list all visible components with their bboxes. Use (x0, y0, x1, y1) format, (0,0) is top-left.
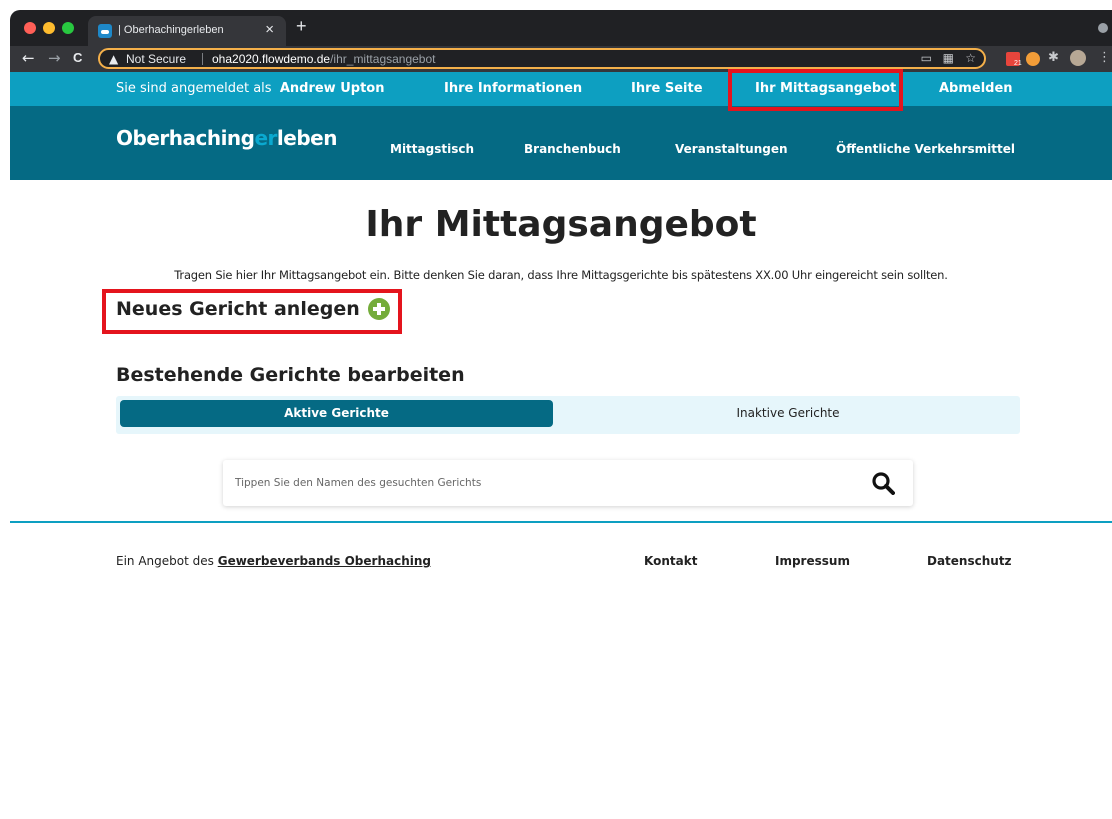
footer-link-kontakt[interactable]: Kontakt (644, 554, 697, 568)
site-header: Oberhachingerleben Mittagstisch Branchen… (10, 106, 1112, 180)
logo-text-1: Oberhaching (116, 126, 255, 150)
footer-divider (10, 521, 1112, 523)
intro-text: Tragen Sie hier Ihr Mittagsangebot ein. … (174, 268, 948, 282)
site-favicon-icon (98, 24, 112, 38)
address-bar[interactable]: ▲ Not Secure oha2020.flowdemo.de/ihr_mit… (98, 48, 986, 69)
dish-search-box (223, 460, 913, 506)
security-label[interactable]: Not Secure (126, 52, 186, 66)
menu-kebab-icon[interactable]: ⋮ (1098, 50, 1111, 65)
nav-ihr-mittagsangebot[interactable]: Ihr Mittagsangebot (755, 81, 896, 96)
new-dish-link[interactable]: Neues Gericht anlegen (116, 298, 390, 320)
browser-tabstrip: | Oberhachingerleben × + (10, 10, 1112, 46)
url-path: /ihr_mittagsangebot (330, 52, 436, 66)
tab-inaktive-gerichte[interactable]: Inaktive Gerichte (559, 400, 1017, 427)
maximize-window-button[interactable] (62, 22, 74, 34)
url-text[interactable]: oha2020.flowdemo.de/ihr_mittagsangebot (212, 52, 436, 66)
minimize-window-button[interactable] (43, 22, 55, 34)
bookmark-star-icon[interactable]: ☆ (965, 51, 976, 65)
footer-link-impressum[interactable]: Impressum (775, 554, 850, 568)
page-title: Ihr Mittagsangebot (365, 204, 757, 245)
logo-text-2: er (254, 126, 277, 150)
extension-orange-icon[interactable] (1026, 52, 1040, 66)
address-separator (202, 53, 203, 65)
footer-offer-prefix: Ein Angebot des (116, 554, 214, 568)
website: Sie sind angemeldet als Andrew Upton Ihr… (10, 69, 1112, 819)
footer-link-datenschutz[interactable]: Datenschutz (927, 554, 1012, 568)
logged-in-prefix: Sie sind angemeldet als (116, 81, 272, 96)
nav-oeffentliche-verkehrsmittel[interactable]: Öffentliche Verkehrsmittel (836, 142, 1015, 156)
dish-status-tabs: Aktive Gerichte Inaktive Gerichte (116, 396, 1020, 434)
back-button[interactable]: ← (22, 49, 35, 67)
close-window-button[interactable] (24, 22, 36, 34)
tab-aktive-gerichte[interactable]: Aktive Gerichte (120, 400, 553, 427)
nav-ihre-informationen[interactable]: Ihre Informationen (444, 81, 582, 96)
url-host: oha2020.flowdemo.de (212, 52, 331, 66)
nav-mittagstisch[interactable]: Mittagstisch (390, 142, 474, 156)
extensions-puzzle-icon[interactable]: ✱ (1048, 50, 1059, 65)
extension-badge: 21 (1014, 60, 1022, 67)
browser-window: | Oberhachingerleben × + ← → C ▲ Not Sec… (10, 10, 1112, 819)
profile-avatar[interactable] (1070, 50, 1086, 66)
tab-search-icon[interactable] (1098, 23, 1108, 33)
edit-dishes-heading: Bestehende Gerichte bearbeiten (116, 364, 465, 386)
nav-veranstaltungen[interactable]: Veranstaltungen (675, 142, 788, 156)
logo-text-3: leben (276, 126, 338, 150)
forward-button[interactable]: → (48, 49, 61, 67)
search-icon[interactable] (871, 471, 895, 495)
new-tab-button[interactable]: + (296, 16, 307, 37)
footer-offer: Ein Angebot des Gewerbeverbands Oberhach… (116, 554, 431, 568)
dish-search-input[interactable] (235, 473, 835, 493)
site-logo[interactable]: Oberhachingerleben (116, 126, 337, 150)
browser-toolbar: ← → C ▲ Not Secure oha2020.flowdemo.de/i… (10, 46, 1112, 72)
user-name: Andrew Upton (279, 81, 385, 96)
reload-button[interactable]: C (73, 50, 82, 65)
add-plus-icon[interactable] (367, 298, 390, 320)
new-dish-label[interactable]: Neues Gericht anlegen (116, 298, 360, 320)
browser-tab-title: | Oberhachingerleben (118, 24, 224, 36)
logged-in-text: Sie sind angemeldet als Andrew Upton (116, 81, 384, 96)
footer-gewerbeverband-link[interactable]: Gewerbeverbands Oberhaching (218, 554, 431, 568)
user-bar: Sie sind angemeldet als Andrew Upton Ihr… (10, 72, 1112, 106)
cast-icon[interactable]: ▭ (921, 51, 932, 65)
tab-close-icon[interactable]: × (265, 21, 274, 38)
nav-abmelden[interactable]: Abmelden (939, 81, 1013, 96)
qr-code-icon[interactable]: ▦ (943, 51, 954, 65)
nav-branchenbuch[interactable]: Branchenbuch (524, 142, 621, 156)
warning-icon: ▲ (109, 52, 119, 66)
browser-tab[interactable]: | Oberhachingerleben × (88, 16, 286, 46)
nav-ihre-seite[interactable]: Ihre Seite (631, 81, 703, 96)
